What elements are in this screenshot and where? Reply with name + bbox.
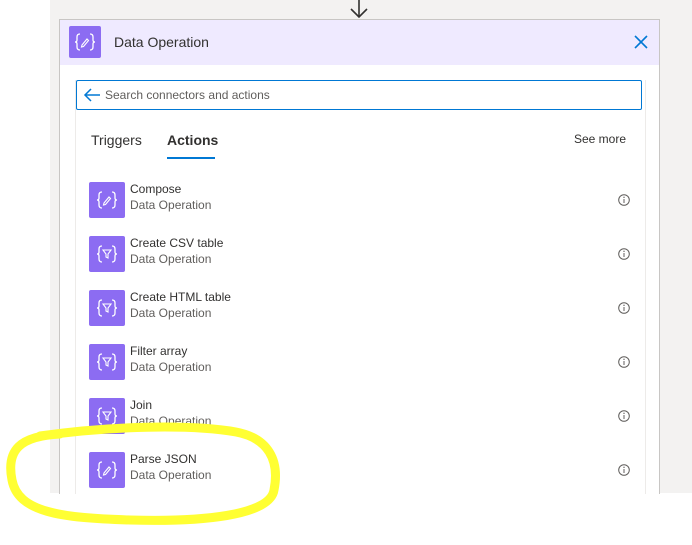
curly-braces-filter-icon: [89, 236, 125, 272]
list-item-create-html-table[interactable]: Create HTML table Data Operation: [76, 288, 640, 342]
list-item-parse-json[interactable]: Parse JSON Data Operation: [76, 450, 640, 494]
action-connector: Data Operation: [130, 306, 212, 320]
action-connector: Data Operation: [130, 252, 212, 266]
info-icon[interactable]: [618, 464, 630, 476]
action-picker-card: Data Operation Triggers Actions See more…: [59, 19, 660, 494]
list-item-compose[interactable]: Compose Data Operation: [76, 180, 640, 234]
flow-arrow-down-icon: [350, 0, 368, 19]
list-item-create-csv-table[interactable]: Create CSV table Data Operation: [76, 234, 640, 288]
canvas-background-left: [0, 0, 50, 545]
list-item-filter-array[interactable]: Filter array Data Operation: [76, 342, 640, 396]
curly-braces-pencil-icon: [89, 452, 125, 488]
info-icon[interactable]: [618, 410, 630, 422]
curly-braces-filter-icon: [89, 290, 125, 326]
action-connector: Data Operation: [130, 468, 212, 482]
actions-list: Compose Data Operation Create CSV table …: [60, 20, 659, 494]
canvas-background-right: [658, 0, 692, 493]
info-icon[interactable]: [618, 248, 630, 260]
action-title: Join: [130, 398, 153, 412]
curly-braces-filter-icon: [89, 344, 125, 380]
action-title: Create CSV table: [130, 236, 224, 250]
action-title: Create HTML table: [130, 290, 231, 304]
list-item-join[interactable]: Join Data Operation: [76, 396, 640, 450]
action-title: Compose: [130, 182, 182, 196]
info-icon[interactable]: [618, 356, 630, 368]
info-icon[interactable]: [618, 194, 630, 206]
action-connector: Data Operation: [130, 414, 212, 428]
action-connector: Data Operation: [130, 198, 212, 212]
action-title: Filter array: [130, 344, 188, 358]
curly-braces-pencil-icon: [89, 182, 125, 218]
info-icon[interactable]: [618, 302, 630, 314]
curly-braces-filter-icon: [89, 398, 125, 434]
action-title: Parse JSON: [130, 452, 197, 466]
action-connector: Data Operation: [130, 360, 212, 374]
